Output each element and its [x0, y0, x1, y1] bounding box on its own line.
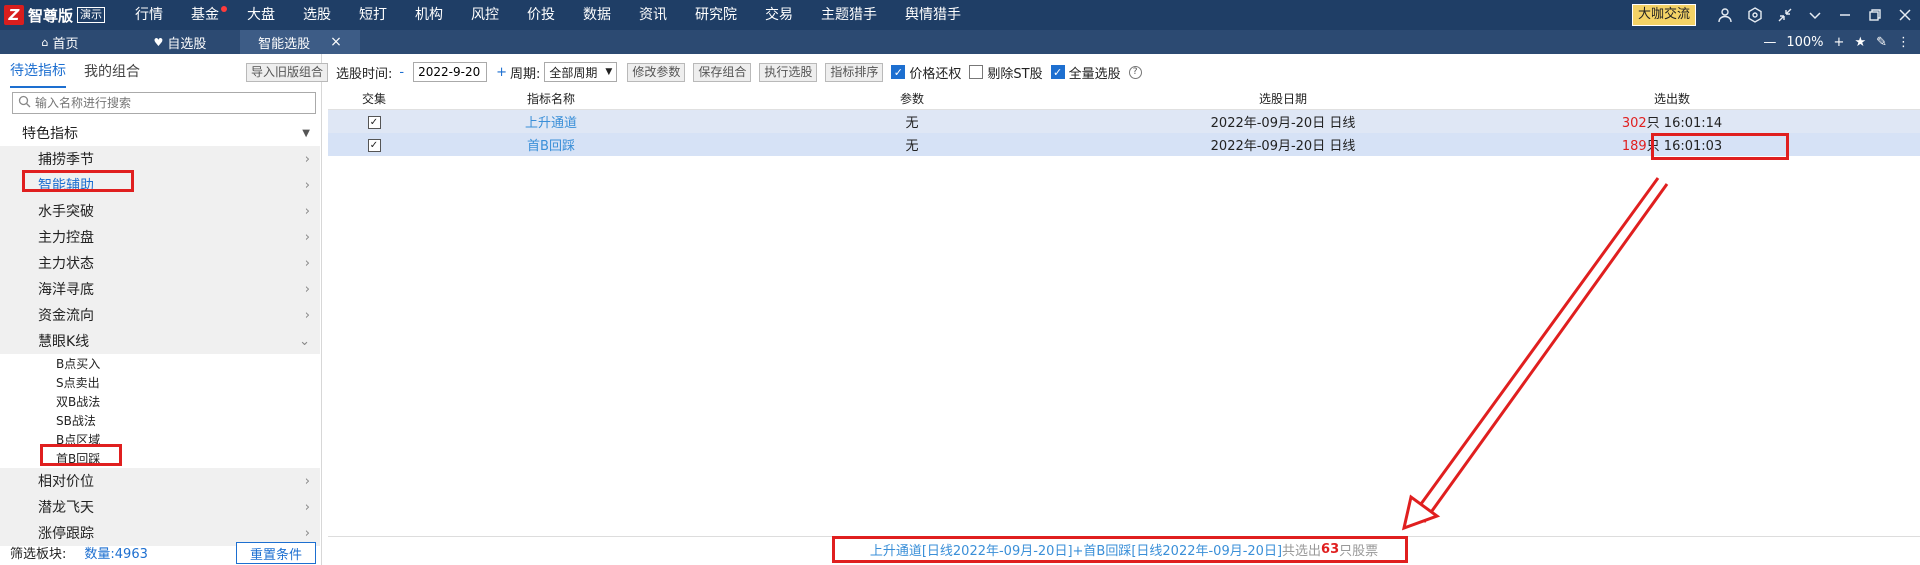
app-window: Z 智尊版 演示 行情 基金 大盘 选股 短打 机构 风控 价投 数据 资讯 研… [0, 0, 1920, 565]
annotation-arrow [1401, 177, 1669, 531]
result-count: 63 [1321, 542, 1340, 557]
result-prefix: 共选出 [1282, 544, 1322, 559]
result-expression: 上升通道[日线2022年-09月-20日]+首B回踩[日线2022年-09月-2… [869, 544, 1283, 559]
result-bar: 上升通道[日线2022年-09月-20日]+首B回踩[日线2022年-09月-2… [328, 536, 1920, 562]
result-suffix: 只股票 [1339, 544, 1379, 559]
